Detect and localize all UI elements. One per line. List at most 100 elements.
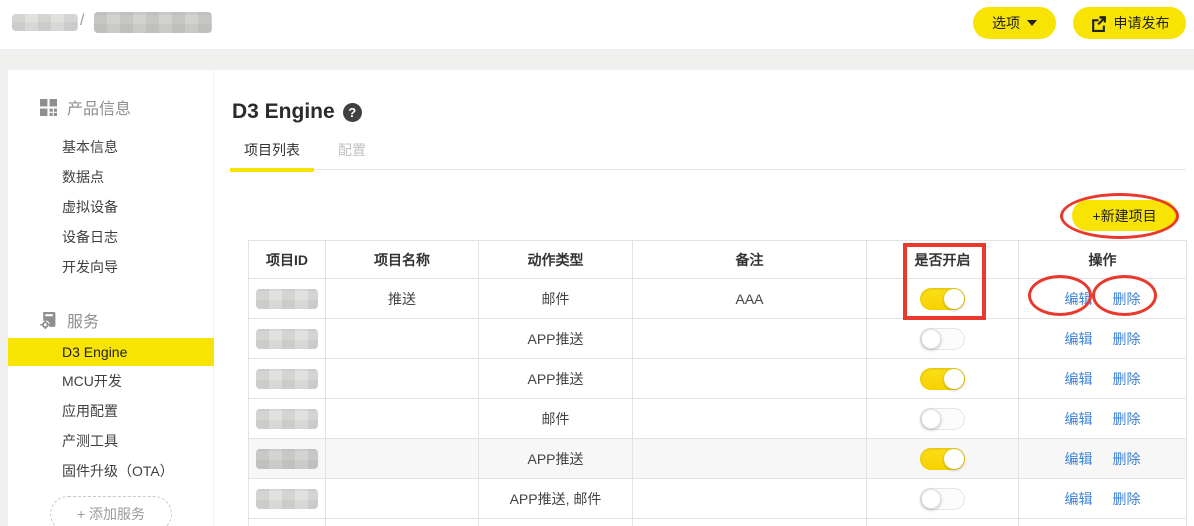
cell-enabled xyxy=(867,439,1019,479)
redacted-project-id xyxy=(256,289,318,309)
cell-project-id xyxy=(249,359,326,399)
cell-remark xyxy=(633,319,867,359)
edit-link[interactable]: 编辑 xyxy=(1065,331,1093,347)
cell-remark xyxy=(633,439,867,479)
tab-project-list[interactable]: 项目列表 xyxy=(230,138,314,172)
cell-project-id xyxy=(249,279,326,319)
enable-toggle-off[interactable] xyxy=(920,408,965,430)
sidebar-item-基本信息[interactable]: 基本信息 xyxy=(8,132,214,162)
cell-remark xyxy=(633,399,867,439)
new-project-button[interactable]: +新建项目 xyxy=(1072,200,1177,231)
page-title: D3 Engine ? xyxy=(232,100,362,124)
sidebar-item-应用配置[interactable]: 应用配置 xyxy=(8,396,214,426)
cell-remark xyxy=(633,519,867,526)
question-circle-icon[interactable]: ? xyxy=(343,103,362,122)
delete-link[interactable]: 删除 xyxy=(1113,291,1141,307)
toggle-knob xyxy=(921,409,941,429)
options-button[interactable]: 选项 xyxy=(973,7,1056,39)
table-row: APP推送 编辑 删除 xyxy=(249,359,1187,399)
cell-project-id xyxy=(249,479,326,519)
cell-project-name xyxy=(326,439,479,479)
col-project-name: 项目名称 xyxy=(326,241,479,279)
cell-project-name xyxy=(326,319,479,359)
sidebar-item-固件升级（ota）[interactable]: 固件升级（OTA） xyxy=(8,456,214,486)
sidebar-section-services: 服务 xyxy=(40,308,99,332)
delete-link[interactable]: 删除 xyxy=(1113,371,1141,387)
services-gear-icon xyxy=(40,312,57,329)
cell-remark: AAA xyxy=(633,279,867,319)
delete-link[interactable]: 删除 xyxy=(1113,451,1141,467)
cell-operations: 编辑 删除 xyxy=(1019,319,1187,359)
edit-link[interactable]: 编辑 xyxy=(1065,491,1093,507)
enable-toggle-on[interactable] xyxy=(920,368,965,390)
caret-down-icon xyxy=(1027,20,1037,26)
cell-action-type: APP推送 xyxy=(479,439,633,479)
sidebar-item-开发向导[interactable]: 开发向导 xyxy=(8,252,214,282)
delete-link[interactable]: 删除 xyxy=(1113,411,1141,427)
cell-project-name: 推送 xyxy=(326,279,479,319)
cell-action-type: 邮件 xyxy=(479,279,633,319)
sidebar-item-数据点[interactable]: 数据点 xyxy=(8,162,214,192)
cell-project-name xyxy=(326,359,479,399)
sidebar-item-产测工具[interactable]: 产测工具 xyxy=(8,426,214,456)
table-row: APP推送, 邮件编辑删除 xyxy=(249,479,1187,519)
edit-link[interactable]: 编辑 xyxy=(1065,411,1093,427)
apply-publish-label: 申请发布 xyxy=(1114,13,1170,33)
cell-action-type: 邮件 xyxy=(479,399,633,439)
cell-operations: 编辑 删除 xyxy=(1019,399,1187,439)
edit-link[interactable]: 编辑 xyxy=(1065,451,1093,467)
enable-toggle-on[interactable] xyxy=(920,448,965,470)
toggle-knob xyxy=(944,369,964,389)
cell-project-id xyxy=(249,399,326,439)
cell-action-type: APP推送 xyxy=(479,359,633,399)
table-row xyxy=(249,519,1187,526)
col-enabled: 是否开启 xyxy=(867,241,1019,279)
sidebar-section-label: 产品信息 xyxy=(67,95,131,119)
cell-operations xyxy=(1019,519,1187,526)
sidebar-item-d3-engine[interactable]: D3 Engine xyxy=(8,338,214,366)
add-service-button[interactable]: + 添加服务 xyxy=(50,496,172,526)
toggle-knob xyxy=(921,329,941,349)
page-title-text: D3 Engine xyxy=(232,100,335,124)
enable-toggle-off[interactable] xyxy=(920,328,965,350)
cell-project-id xyxy=(249,519,326,526)
col-action-type: 动作类型 xyxy=(479,241,633,279)
sidebar-product-items: 基本信息数据点虚拟设备设备日志开发向导 xyxy=(8,132,214,282)
toggle-knob xyxy=(921,489,941,509)
delete-link[interactable]: 删除 xyxy=(1113,491,1141,507)
cell-project-name xyxy=(326,399,479,439)
col-remark: 备注 xyxy=(633,241,867,279)
options-button-label: 选项 xyxy=(992,13,1020,33)
apply-publish-button[interactable]: 申请发布 xyxy=(1073,7,1186,39)
redacted-project-id xyxy=(256,329,318,349)
enable-toggle-off[interactable] xyxy=(920,488,965,510)
col-project-id: 项目ID xyxy=(249,241,326,279)
cell-enabled xyxy=(867,359,1019,399)
cell-project-name xyxy=(326,479,479,519)
redacted-project-id xyxy=(256,489,318,509)
col-operations: 操作 xyxy=(1019,241,1187,279)
delete-link[interactable]: 删除 xyxy=(1113,331,1141,347)
table-row: APP推送编辑删除 xyxy=(249,319,1187,359)
cell-project-id xyxy=(249,439,326,479)
sidebar-item-设备日志[interactable]: 设备日志 xyxy=(8,222,214,252)
sidebar-item-虚拟设备[interactable]: 虚拟设备 xyxy=(8,192,214,222)
grid-icon xyxy=(40,99,57,116)
sidebar-service-items: D3 EngineMCU开发应用配置产测工具固件升级（OTA） xyxy=(8,338,214,486)
cell-project-id xyxy=(249,319,326,359)
edit-link[interactable]: 编辑 xyxy=(1065,291,1093,307)
breadcrumb-redacted-product xyxy=(94,12,212,33)
cell-project-name xyxy=(326,519,479,526)
tab-config[interactable]: 配置 xyxy=(327,138,377,172)
cell-remark xyxy=(633,479,867,519)
cell-enabled xyxy=(867,519,1019,526)
cell-operations: 编辑 删除 xyxy=(1019,439,1187,479)
enable-toggle-on[interactable] xyxy=(920,288,965,310)
sidebar-item-mcu开发[interactable]: MCU开发 xyxy=(8,366,214,396)
redacted-project-id xyxy=(256,449,318,469)
project-table: 项目ID 项目名称 动作类型 备注 是否开启 操作 推送邮件AAA编辑删除APP… xyxy=(248,240,1187,526)
table-header-row: 项目ID 项目名称 动作类型 备注 是否开启 操作 xyxy=(249,241,1187,279)
table-row: APP推送 编辑 删除 xyxy=(249,439,1187,479)
edit-link[interactable]: 编辑 xyxy=(1065,371,1093,387)
external-link-icon xyxy=(1090,15,1107,32)
